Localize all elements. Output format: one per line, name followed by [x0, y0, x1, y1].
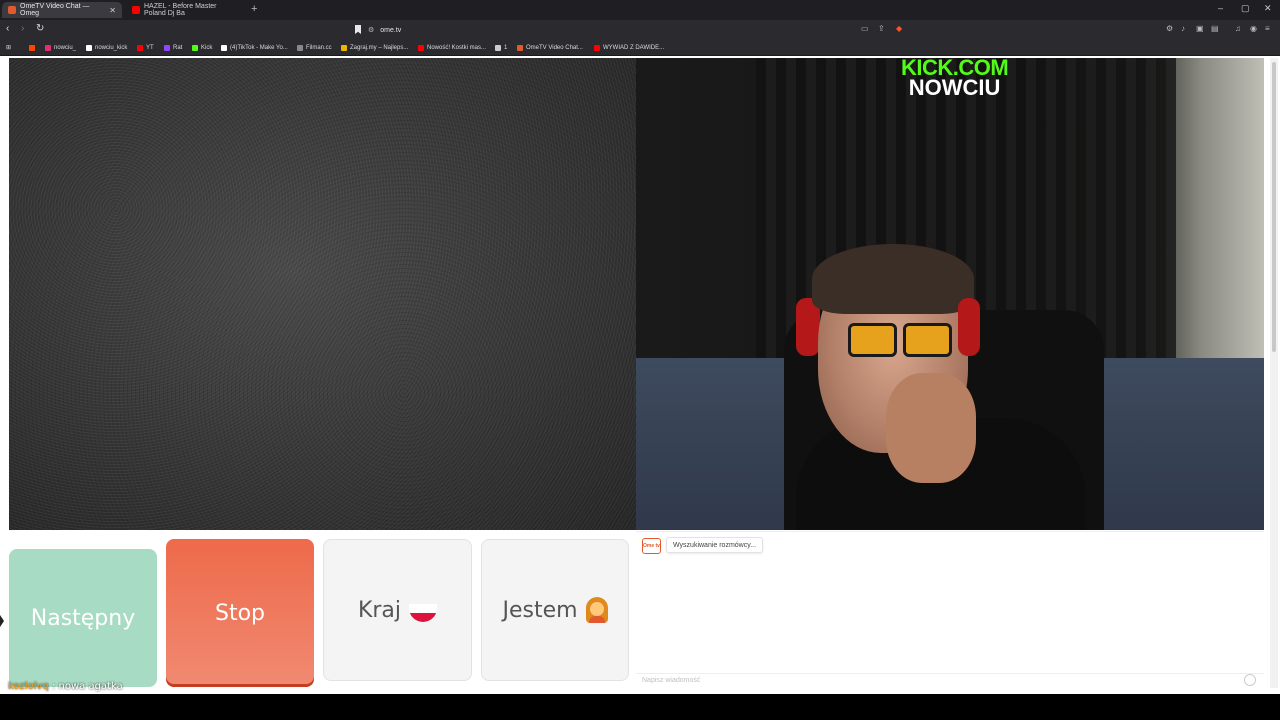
bookmark-item[interactable]: OmeTV Video Chat... [517, 42, 583, 53]
site-settings-icon[interactable]: ⚙ [368, 26, 374, 34]
audio-icon[interactable]: ♪ [1181, 24, 1185, 33]
stop-button[interactable]: Stop [166, 539, 314, 687]
bookmark-item[interactable]: nowciu_ [45, 42, 76, 53]
self-video: KICK.COM NOWCIU [636, 58, 1264, 530]
scrollbar-thumb[interactable] [1272, 62, 1276, 352]
bookmark-item[interactable]: Zagraj.my – Najleps... [341, 42, 408, 53]
puzzle-icon[interactable]: ▣ [1196, 24, 1204, 33]
emoji-icon[interactable] [1244, 674, 1256, 686]
new-tab-button[interactable]: + [251, 3, 257, 15]
woman-icon [585, 597, 608, 623]
apps-grid-icon[interactable]: ⊞ [6, 42, 11, 53]
bookmark-item[interactable]: YT [137, 42, 154, 53]
url-field[interactable]: ⚙ ome.tv [368, 23, 908, 37]
next-button[interactable]: Następny [9, 549, 157, 687]
bookmark-item[interactable]: nowciu_kick [86, 42, 127, 53]
back-icon[interactable]: ‹ [6, 23, 9, 34]
bookmark-item[interactable]: Kick [192, 42, 212, 53]
static-noise [9, 58, 636, 530]
status-message: Wyszukiwanie rozmówcy... [666, 537, 764, 553]
next-button-label: Następny [30, 605, 136, 631]
vpn-icon[interactable]: ◉ [1250, 24, 1257, 33]
bookmark-item[interactable]: Nowość! Kostki mas... [418, 42, 486, 53]
address-bar-row: ‹ › ↻ ⚙ ome.tv ▭ ⇪ ◆ ⚙ ♪ ▣ ▤ ♫ ◉ ≡ [0, 20, 1280, 40]
message-input[interactable]: Napisz wiadomość [636, 673, 1264, 687]
tab-youtube[interactable]: HAZEL - Before Master Poland Dj Ba [126, 2, 246, 18]
country-button-label: Kraj [357, 597, 402, 623]
url-text: ome.tv [380, 26, 402, 34]
tab-bar: OmeTV Video Chat — Omeg ✕ HAZEL - Before… [0, 0, 1280, 20]
poland-flag-icon [409, 604, 438, 622]
forward-icon[interactable]: › [21, 23, 24, 34]
bookmark-item[interactable]: Filman.cc [297, 42, 332, 53]
stop-button-label: Stop [214, 600, 265, 626]
headset-right [958, 298, 980, 356]
tab-ometv[interactable]: OmeTV Video Chat — Omeg ✕ [2, 2, 122, 18]
screen-icon[interactable]: ▭ [861, 24, 869, 33]
stream-chat-caption: kozlolvq : nowa agatka [8, 681, 123, 692]
close-window-icon[interactable]: ✕ [1264, 3, 1272, 14]
close-tab-icon[interactable]: ✕ [109, 6, 116, 15]
bookmark-item[interactable]: 1 [495, 42, 507, 53]
ometv-favicon-icon [8, 6, 16, 14]
partner-video [9, 58, 636, 530]
person-hair [812, 244, 974, 314]
caption-username: kozlolvq [8, 681, 49, 692]
mouse-cursor-icon [0, 615, 4, 627]
yellow-glasses [848, 323, 952, 357]
bookmark-item[interactable]: WYWIAD Z DAWIDE... [594, 42, 664, 53]
menu-icon[interactable]: ≡ [1265, 24, 1270, 33]
extensions-icon[interactable]: ⚙ [1166, 24, 1173, 33]
person-hand [886, 373, 976, 483]
reload-icon[interactable]: ↻ [36, 23, 44, 34]
bookmark-item[interactable]: Rat [164, 42, 182, 53]
caption-message: nowa agatka [58, 681, 123, 692]
bookmarks-bar: ⊞ nowciu_ nowciu_kick YT Rat Kick (4)Tik… [0, 40, 1280, 56]
share-icon[interactable]: ⇪ [878, 24, 885, 33]
tab-title: HAZEL - Before Master Poland Dj Ba [144, 3, 217, 17]
kick-logo-line2: NOWCIU [908, 75, 1001, 100]
sidebar-icon[interactable]: ▤ [1211, 24, 1219, 33]
kick-overlay-logo: KICK.COM NOWCIU [901, 58, 1009, 100]
bookmark-icon[interactable] [355, 25, 361, 34]
maximize-icon[interactable]: ▢ [1241, 3, 1250, 14]
gender-button[interactable]: Jestem [481, 539, 629, 681]
gender-button-label: Jestem [502, 597, 578, 623]
music-icon[interactable]: ♫ [1235, 24, 1241, 33]
bookmark-item[interactable]: (4)TikTok - Make Yo... [221, 42, 288, 53]
country-button[interactable]: Kraj [323, 539, 472, 681]
chat-panel: Ome tv Wyszukiwanie rozmówcy... Napisz w… [636, 531, 1264, 689]
ometv-logo-icon: Ome tv [642, 538, 661, 554]
bookmark-item[interactable] [29, 42, 38, 53]
minimize-icon[interactable]: – [1218, 3, 1223, 13]
youtube-favicon-icon [132, 6, 140, 14]
tab-title: OmeTV Video Chat — Omeg [20, 3, 90, 17]
brave-shield-icon[interactable]: ◆ [896, 24, 902, 33]
